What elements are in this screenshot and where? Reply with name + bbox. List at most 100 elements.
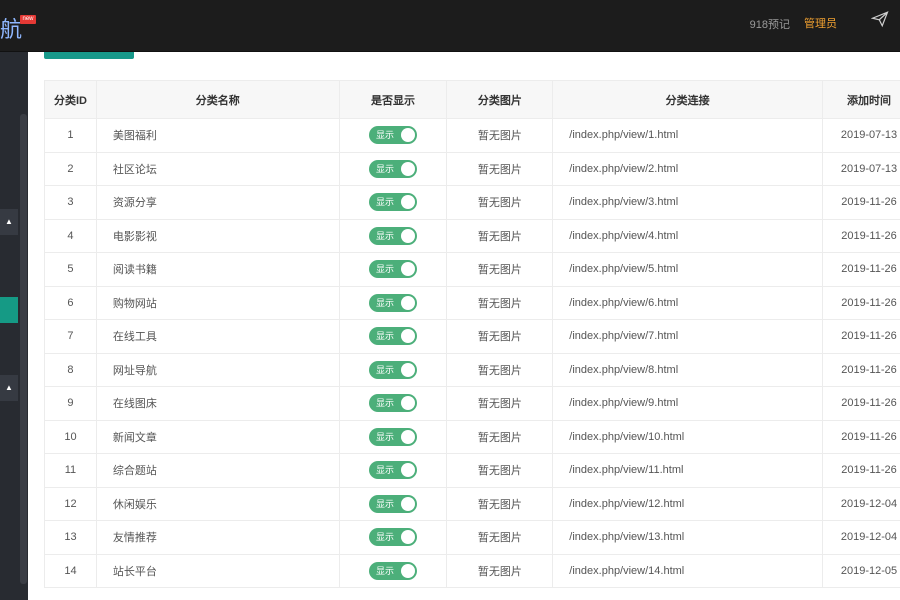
col-header-link[interactable]: 分类连接 [552, 80, 824, 119]
category-table: 分类ID 分类名称 是否显示 分类图片 分类连接 添加时间 1 美图福利 显示 暂无图… [44, 80, 900, 588]
sidebar-active-item[interactable] [0, 297, 18, 323]
sidebar-scrollbar[interactable] [20, 114, 27, 584]
table-row: 14 站长平台 显示 暂无图片/index.php/view/14.html 2019-… [44, 553, 900, 588]
new-badge: new [20, 15, 36, 24]
show-toggle[interactable]: 显示 [369, 528, 417, 547]
cell-name: 在线工具 [95, 319, 340, 354]
cell-link[interactable]: /index.php/view/9.html [552, 386, 824, 421]
cell-id: 10 [44, 419, 97, 454]
cell-link[interactable]: /index.php/view/5.html [552, 252, 824, 287]
cell-link[interactable]: /index.php/view/2.html [552, 151, 824, 186]
active-tab-indicator[interactable] [44, 52, 134, 59]
toggle-knob [401, 496, 415, 511]
cell-time: 2019-11-26 [822, 319, 900, 354]
sidebar-collapse-2[interactable]: ▲ [0, 375, 18, 401]
cell-name: 新闻文章 [95, 419, 340, 454]
cell-show: 显示 [338, 118, 448, 153]
cell-link[interactable]: /index.php/view/4.html [552, 218, 824, 253]
show-toggle[interactable]: 显示 [369, 226, 417, 245]
col-header-image[interactable]: 分类图片 [446, 80, 554, 119]
show-toggle[interactable]: 显示 [369, 159, 417, 178]
cell-name: 社区论坛 [95, 151, 340, 186]
col-header-show[interactable]: 是否显示 [338, 80, 448, 119]
cell-link[interactable]: /index.php/view/14.html [552, 553, 824, 588]
table-row: 7 在线工具 显示 暂无图片/index.php/view/7.html 2019-11… [44, 319, 900, 354]
table-row: 9 在线图床 显示 暂无图片/index.php/view/9.html 2019-11… [44, 386, 900, 421]
cell-id: 12 [44, 486, 97, 521]
cell-id: 9 [44, 386, 97, 421]
show-toggle[interactable]: 显示 [369, 260, 417, 279]
toggle-knob [401, 128, 415, 143]
show-toggle[interactable]: 显示 [369, 193, 417, 212]
table-header-row: 分类ID 分类名称 是否显示 分类图片 分类连接 添加时间 [44, 80, 900, 119]
show-toggle[interactable]: 显示 [369, 461, 417, 480]
cell-name: 休闲娱乐 [95, 486, 340, 521]
cell-time: 2019-12-04 [822, 520, 900, 555]
table-row: 11 综合题站 显示 暂无图片/index.php/view/11.html 2019-… [44, 453, 900, 488]
show-toggle[interactable]: 显示 [369, 126, 417, 145]
cell-show: 显示 [338, 386, 448, 421]
cell-time: 2019-12-05 [822, 553, 900, 588]
cell-link[interactable]: /index.php/view/12.html [552, 486, 824, 521]
cell-show: 显示 [338, 419, 448, 454]
cell-link[interactable]: /index.php/view/13.html [552, 520, 824, 555]
cell-link[interactable]: /index.php/view/6.html [552, 285, 824, 320]
cell-image: 暂无图片 [446, 185, 554, 220]
cell-image: 暂无图片 [446, 352, 554, 387]
toggle-knob [401, 228, 415, 243]
cell-time: 2019-12-04 [822, 486, 900, 521]
toggle-label: 显示 [376, 565, 395, 576]
table-row: 1 美图福利 显示 暂无图片/index.php/view/1.html 2019-07… [44, 118, 900, 153]
table-row: 6 购物网站 显示 暂无图片/index.php/view/6.html 2019-11… [44, 285, 900, 320]
show-toggle[interactable]: 显示 [369, 394, 417, 413]
sidebar-collapse-1[interactable]: ▲ [0, 209, 18, 235]
col-header-name[interactable]: 分类名称 [95, 80, 340, 119]
cell-image: 暂无图片 [446, 151, 554, 186]
show-toggle[interactable]: 显示 [369, 293, 417, 312]
toggle-label: 显示 [376, 163, 395, 174]
show-toggle[interactable]: 显示 [369, 561, 417, 580]
cell-link[interactable]: /index.php/view/8.html [552, 352, 824, 387]
cell-name: 友情推荐 [95, 520, 340, 555]
toggle-label: 显示 [376, 431, 395, 442]
main-content: 分类ID 分类名称 是否显示 分类图片 分类连接 添加时间 1 美图福利 显示 暂无图… [28, 52, 900, 600]
cell-id: 7 [44, 319, 97, 354]
show-toggle[interactable]: 显示 [369, 360, 417, 379]
col-header-time[interactable]: 添加时间 [822, 80, 900, 119]
table-row: 12 休闲娱乐 显示 暂无图片/index.php/view/12.html 2019-… [44, 486, 900, 521]
paper-plane-icon[interactable] [870, 10, 890, 30]
cell-link[interactable]: /index.php/view/3.html [552, 185, 824, 220]
cell-id: 6 [44, 285, 97, 320]
toggle-knob [401, 463, 415, 478]
cell-link[interactable]: /index.php/view/7.html [552, 319, 824, 354]
cell-image: 暂无图片 [446, 285, 554, 320]
toggle-label: 显示 [376, 498, 395, 509]
cell-link[interactable]: /index.php/view/11.html [552, 453, 824, 488]
cell-time: 2019-11-26 [822, 453, 900, 488]
toggle-knob [401, 295, 415, 310]
cell-show: 显示 [338, 553, 448, 588]
sidebar: ▲ ▲ [0, 52, 28, 600]
toggle-knob [401, 530, 415, 545]
toggle-knob [401, 161, 415, 176]
chevron-up-icon: ▲ [5, 383, 13, 392]
show-toggle[interactable]: 显示 [369, 494, 417, 513]
cell-time: 2019-11-26 [822, 252, 900, 287]
cell-image: 暂无图片 [446, 419, 554, 454]
cell-show: 显示 [338, 486, 448, 521]
cell-name: 电影影视 [95, 218, 340, 253]
cell-name: 购物网站 [95, 285, 340, 320]
cell-link[interactable]: /index.php/view/1.html [552, 118, 824, 153]
cell-id: 13 [44, 520, 97, 555]
toggle-label: 显示 [376, 331, 395, 342]
cell-image: 暂无图片 [446, 218, 554, 253]
cell-name: 资源分享 [95, 185, 340, 220]
cell-id: 8 [44, 352, 97, 387]
admin-link[interactable]: 管理员 [804, 15, 837, 31]
show-toggle[interactable]: 显示 [369, 327, 417, 346]
cell-id: 4 [44, 218, 97, 253]
cell-link[interactable]: /index.php/view/10.html [552, 419, 824, 454]
col-header-id[interactable]: 分类ID [44, 80, 97, 119]
cell-show: 显示 [338, 252, 448, 287]
show-toggle[interactable]: 显示 [369, 427, 417, 446]
